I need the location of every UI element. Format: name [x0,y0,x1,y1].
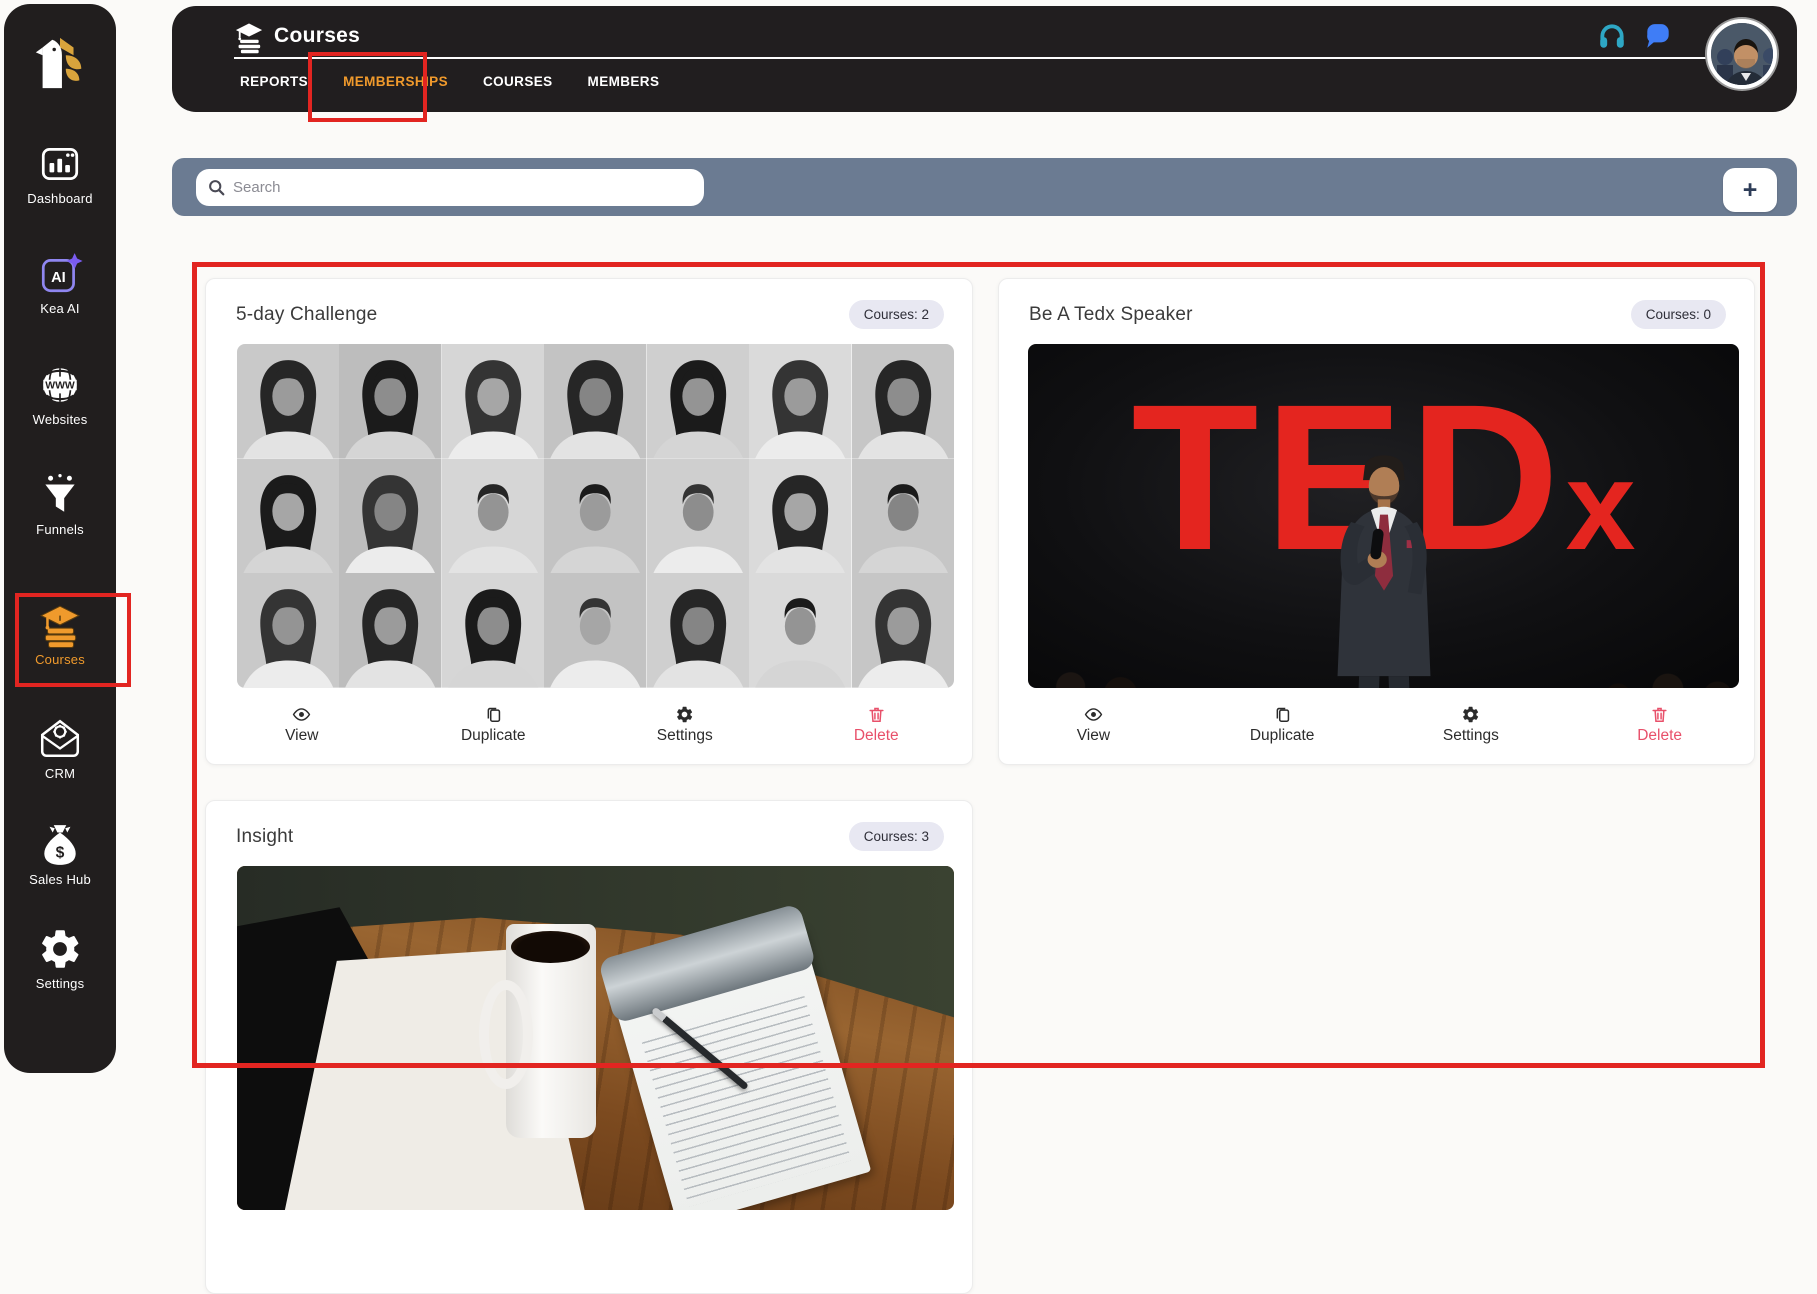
settings-button[interactable]: Settings [589,705,781,745]
headshot-tile [852,459,954,574]
svg-text:WWW: WWW [45,381,75,392]
headshot-tile [749,344,851,459]
sidebar-item-kea-ai[interactable]: AI Kea AI [4,251,116,316]
sidebar-item-label: Sales Hub [4,872,116,887]
headshot-tile [237,459,339,574]
search-box [196,169,704,206]
card-actions: View Duplicate Settings Delete [206,705,972,745]
headshot-tile [339,459,441,574]
tab-reports[interactable]: REPORTS [238,70,310,93]
gear-icon [675,705,694,724]
headshot-tile [852,344,954,459]
search-icon [208,179,225,196]
courses-count-badge: Courses: 3 [849,822,944,851]
sidebar-item-label: CRM [4,766,116,781]
sidebar: Dashboard AI Kea AI WWW Websites Funnels [4,4,116,1073]
courses-icon [37,602,83,648]
courses-title-icon [232,20,266,54]
tab-members[interactable]: MEMBERS [586,70,662,93]
headshot-tile [339,573,441,688]
funnel-icon [37,472,83,518]
user-avatar[interactable] [1707,19,1777,89]
sidebar-item-settings[interactable]: Settings [4,926,116,991]
courses-count-badge: Courses: 2 [849,300,944,329]
globe-icon: WWW [37,362,83,408]
duplicate-button[interactable]: Duplicate [1188,705,1377,745]
headshot-tile [237,344,339,459]
eye-icon [292,705,311,724]
headshot-tile [749,459,851,574]
sidebar-item-label: Dashboard [4,191,116,206]
sidebar-item-crm[interactable]: CRM [4,716,116,781]
headshot-tile [647,344,749,459]
courses-count-badge: Courses: 0 [1631,300,1726,329]
membership-card-tedx-speaker: Be A Tedx Speaker Courses: 0 TEDx [998,278,1755,765]
card-actions: View Duplicate Settings Delete [999,705,1754,745]
sidebar-item-label: Funnels [4,522,116,537]
card-title: 5-day Challenge [236,304,377,326]
dashboard-icon [37,141,83,187]
settings-icon [37,926,83,972]
membership-cover-headshot-grid [237,344,954,688]
svg-text:AI: AI [51,270,66,286]
copy-icon [1273,705,1292,724]
search-input[interactable] [233,179,692,196]
sidebar-item-websites[interactable]: WWW Websites [4,362,116,427]
sidebar-item-sales-hub[interactable]: $ Sales Hub [4,822,116,887]
membership-cover-insight [237,866,954,1210]
view-button[interactable]: View [999,705,1188,745]
eye-icon [1084,705,1103,724]
membership-card-insight: Insight Courses: 3 [205,800,973,1294]
card-title: Insight [236,826,293,848]
kea-logo [31,34,89,92]
headshot-tile [647,573,749,688]
sidebar-item-label: Settings [4,976,116,991]
ai-icon: AI [37,251,83,297]
settings-button[interactable]: Settings [1377,705,1566,745]
toolbar: + [172,158,1797,216]
membership-cover-tedx: TEDx [1028,344,1739,688]
svg-text:$: $ [56,845,65,862]
headshot-tile [442,344,544,459]
delete-button[interactable]: Delete [1565,705,1754,745]
sidebar-item-courses[interactable]: Courses [4,602,116,667]
header-tabs: REPORTS MEMBERSHIPS COURSES MEMBERS [238,70,661,93]
headshot-tile [544,459,646,574]
headshot-tile [339,344,441,459]
trash-icon [1650,705,1669,724]
card-title: Be A Tedx Speaker [1029,304,1193,326]
chat-bubble-icon[interactable] [1643,22,1673,50]
trash-icon [867,705,886,724]
membership-card-5-day-challenge: 5-day Challenge Courses: 2 View Duplicat… [205,278,973,765]
sidebar-item-label: Kea AI [4,301,116,316]
headshot-tile [442,573,544,688]
sidebar-item-label: Courses [4,652,116,667]
add-membership-button[interactable]: + [1723,168,1777,212]
headshot-tile [749,573,851,688]
headshot-tile [544,344,646,459]
headshot-tile [442,459,544,574]
headshot-tile [544,573,646,688]
sidebar-item-funnels[interactable]: Funnels [4,472,116,537]
delete-button[interactable]: Delete [781,705,973,745]
page-title: Courses [274,24,360,48]
headshot-tile [237,573,339,688]
tab-memberships[interactable]: MEMBERSHIPS [341,70,450,93]
header: Courses REPORTS MEMBERSHIPS COURSES MEMB… [172,6,1797,112]
copy-icon [484,705,503,724]
headshot-tile [852,573,954,688]
audience-silhouettes [1028,650,1739,688]
view-button[interactable]: View [206,705,398,745]
header-divider [234,57,1763,59]
gear-icon [1461,705,1480,724]
headshot-tile [647,459,749,574]
tab-courses[interactable]: COURSES [481,70,555,93]
duplicate-button[interactable]: Duplicate [398,705,590,745]
support-headset-icon[interactable] [1597,21,1627,51]
sidebar-item-label: Websites [4,412,116,427]
crm-icon [37,716,83,762]
sidebar-item-dashboard[interactable]: Dashboard [4,141,116,206]
sales-icon: $ [37,822,83,868]
